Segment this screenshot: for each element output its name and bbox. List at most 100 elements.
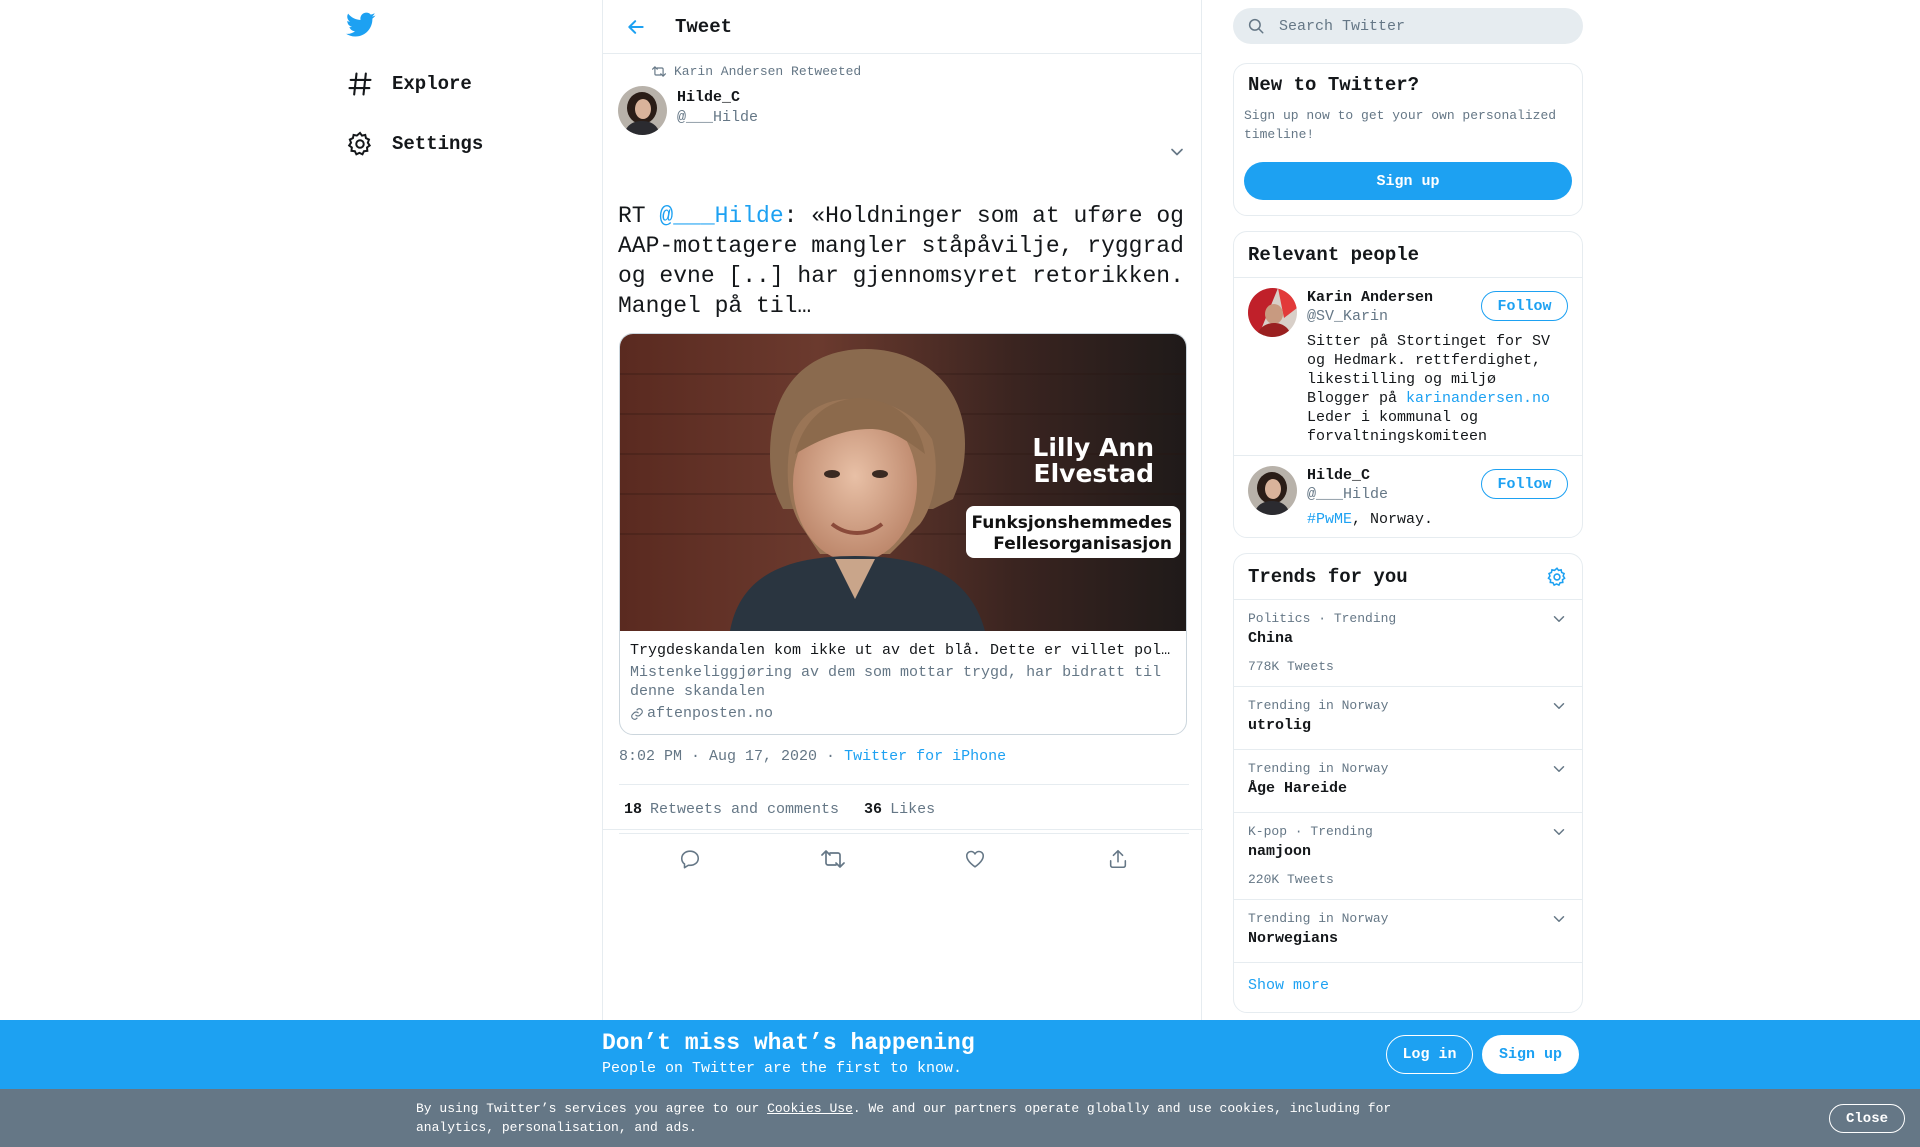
trend-item[interactable]: K-pop · Trending namjoon 220K Tweets [1234, 813, 1582, 900]
card-domain-text: aftenposten.no [647, 705, 774, 722]
author-name[interactable]: Hilde_C [677, 88, 758, 108]
trends-title: Trends for you [1248, 565, 1408, 588]
link-card[interactable]: Lilly Ann Elvestad Funksjonshemmedes Fel… [619, 333, 1187, 735]
person-bio: #PwME, Norway. [1307, 510, 1557, 529]
trend-item[interactable]: Trending in Norway Åge Hareide [1234, 750, 1582, 813]
reply-icon [681, 850, 700, 869]
cookie-bar: By using Twitter’s services you agree to… [0, 1089, 1920, 1147]
cookies-use-link[interactable]: Cookies Use [767, 1101, 853, 1116]
likes-count[interactable]: 36 [864, 801, 882, 818]
card-image-org-line1: Funksjonshemmedes [971, 513, 1172, 533]
person-card[interactable]: Hilde_C @___Hilde #PwME, Norway. Follow [1234, 456, 1582, 537]
signup-button[interactable]: Sign up [1482, 1035, 1579, 1074]
login-button[interactable]: Log in [1386, 1035, 1473, 1074]
bio-hashtag-link[interactable]: #PwME [1307, 511, 1352, 528]
cookie-text: By using Twitter’s services you agree to… [416, 1099, 1426, 1137]
trend-item[interactable]: Trending in Norway Norwegians [1234, 900, 1582, 963]
tweet-mention-link[interactable]: @___Hilde [659, 203, 783, 229]
trend-name: Norwegians [1248, 930, 1339, 947]
card-image: Lilly Ann Elvestad Funksjonshemmedes Fel… [620, 334, 1186, 631]
twitter-bird-icon[interactable] [346, 12, 378, 42]
tweet-actions [619, 834, 1189, 884]
divider [603, 829, 1203, 830]
search-input[interactable]: Search Twitter [1279, 18, 1405, 35]
chevron-down-icon[interactable] [1550, 823, 1568, 841]
trend-meta: Trending in Norway [1248, 761, 1389, 776]
tweet-time[interactable]: 8:02 PM · Aug 17, 2020 [619, 748, 817, 765]
sidebar-signup-button[interactable]: Sign up [1244, 162, 1572, 200]
arrow-left-icon [628, 19, 644, 34]
reply-button[interactable] [619, 848, 762, 870]
nav-explore[interactable]: Explore [346, 64, 472, 104]
share-icon [1109, 849, 1126, 869]
close-button[interactable]: Close [1829, 1104, 1905, 1133]
chevron-down-icon[interactable] [1550, 910, 1568, 928]
banner-subtext: People on Twitter are the first to know. [602, 1060, 963, 1077]
tweet-text-prefix: RT [618, 203, 660, 229]
card-domain: aftenposten.no [630, 705, 1176, 722]
avatar[interactable] [618, 86, 667, 135]
card-description: Mistenkeliggjøring av dem som mottar try… [630, 664, 1162, 700]
follow-button[interactable]: Follow [1481, 291, 1568, 321]
nav-settings-label: Settings [392, 133, 484, 155]
like-button[interactable] [904, 848, 1047, 870]
card-image-name-line1: Lilly Ann [1032, 433, 1154, 462]
retweets-count[interactable]: 18 [624, 801, 642, 818]
tweet-text: RT @___Hilde: «Holdninger som at uføre o… [618, 201, 1188, 321]
gear-icon[interactable] [1546, 566, 1568, 594]
person-bio: Sitter på Stortinget for SV og Hedmark. … [1307, 332, 1557, 446]
card-image-org-line2: Fellesorganisasjon [993, 534, 1172, 554]
main-column: Tweet Karin Andersen Retweeted Hilde_C @… [602, 0, 1203, 1147]
nav-explore-label: Explore [392, 73, 472, 95]
tweet-source-link[interactable]: Twitter for iPhone [844, 748, 1006, 765]
card-title: Trygdeskandalen kom ikke ut av det blå. … [630, 642, 1171, 659]
tweet-author[interactable]: Hilde_C @___Hilde [677, 88, 758, 127]
retweet-context: Karin Andersen Retweeted [652, 64, 861, 79]
person-card[interactable]: Karin Andersen @SV_Karin Sitter på Stort… [1234, 278, 1582, 456]
tweet-stats: 18 Retweets and comments 36 Likes [619, 784, 1189, 834]
chevron-down-icon[interactable] [1550, 760, 1568, 778]
back-button[interactable] [621, 12, 651, 42]
gear-icon [347, 131, 372, 156]
card-image-name-line2: Elvestad [1034, 459, 1155, 488]
bio-text-after: , Norway. [1352, 511, 1434, 528]
retweet-icon [820, 850, 845, 868]
trend-meta: K-pop · Trending [1248, 824, 1373, 839]
meta-separator: · [817, 748, 845, 765]
card-info: Trygdeskandalen kom ikke ut av det blå. … [620, 631, 1186, 732]
trend-name: China [1248, 630, 1294, 647]
nav-settings[interactable]: Settings [346, 124, 483, 164]
chevron-down-icon[interactable] [1167, 142, 1187, 162]
trend-item[interactable]: Trending in Norway utrolig [1234, 687, 1582, 750]
search-box[interactable]: Search Twitter [1233, 8, 1583, 44]
trend-name: Åge Hareide [1248, 780, 1348, 797]
banner-headline: Don’t miss what’s happening [602, 1030, 975, 1056]
retweet-button[interactable] [762, 848, 905, 870]
trends-header: Trends for you [1234, 554, 1582, 600]
trend-name: namjoon [1248, 843, 1312, 860]
trends-box: Trends for you Politics · Trending China… [1233, 553, 1583, 1013]
trend-meta: Politics · Trending [1248, 611, 1397, 626]
trend-count: 220K Tweets [1248, 872, 1334, 887]
likes-label[interactable]: Likes [890, 801, 935, 818]
trend-meta: Trending in Norway [1248, 911, 1389, 926]
avatar[interactable] [1248, 288, 1297, 337]
chevron-down-icon[interactable] [1550, 610, 1568, 628]
new-to-twitter-title: New to Twitter? [1248, 74, 1420, 96]
chevron-down-icon[interactable] [1550, 697, 1568, 715]
follow-button[interactable]: Follow [1481, 469, 1568, 499]
trend-name: utrolig [1248, 717, 1312, 734]
retweets-label[interactable]: Retweets and comments [650, 801, 839, 818]
tweet-meta: 8:02 PM · Aug 17, 2020 · Twitter for iPh… [619, 748, 1006, 765]
show-more-link[interactable]: Show more [1234, 963, 1582, 1008]
retweet-icon [652, 66, 666, 77]
hashtag-icon [348, 72, 372, 96]
author-handle[interactable]: @___Hilde [677, 108, 758, 127]
trend-count: 778K Tweets [1248, 659, 1334, 674]
avatar[interactable] [1248, 466, 1297, 515]
share-button[interactable] [1047, 848, 1190, 870]
new-to-twitter-body: Sign up now to get your own personalized… [1244, 108, 1557, 142]
trend-item[interactable]: Politics · Trending China 778K Tweets [1234, 600, 1582, 687]
relevant-people-box: Relevant people Karin Andersen @SV_Karin… [1233, 231, 1583, 538]
bio-link[interactable]: karinandersen.no [1406, 390, 1550, 407]
